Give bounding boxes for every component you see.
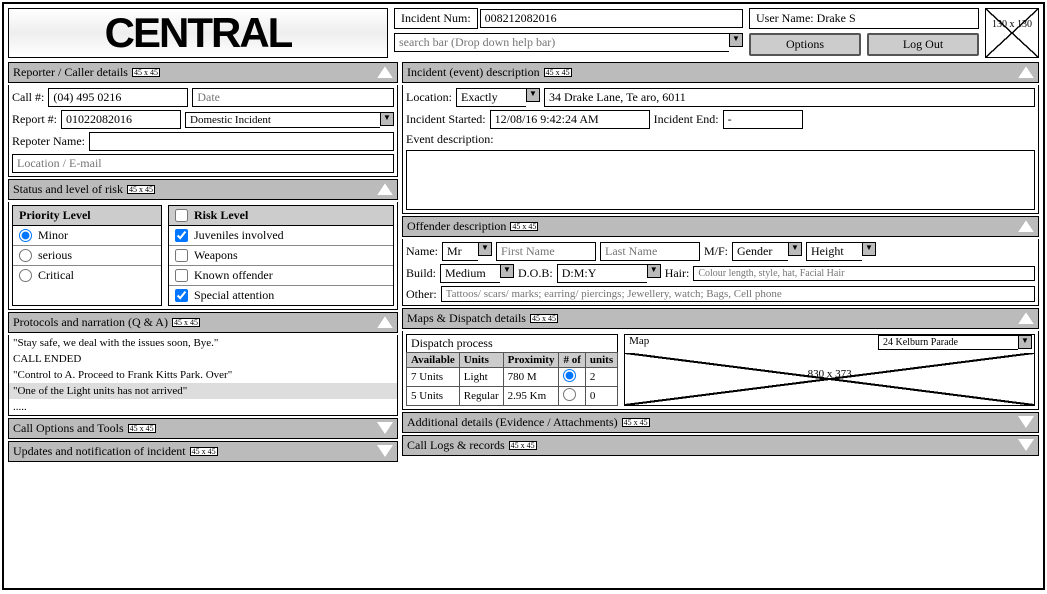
risk-juveniles-check[interactable] bbox=[175, 229, 188, 242]
reporter-name-input[interactable] bbox=[89, 132, 394, 151]
first-name-input[interactable] bbox=[496, 242, 596, 261]
dropdown-icon[interactable]: ▼ bbox=[478, 242, 492, 256]
title-select[interactable] bbox=[442, 242, 478, 261]
offender-panel-header[interactable]: Offender description 45 x 45 bbox=[402, 216, 1039, 237]
narration-log: "Stay safe, we deal with the issues soon… bbox=[8, 335, 398, 416]
dropdown-icon[interactable]: ▼ bbox=[647, 264, 661, 278]
risk-known-check[interactable] bbox=[175, 269, 188, 282]
last-name-input[interactable] bbox=[600, 242, 700, 261]
risk-weapons-check[interactable] bbox=[175, 249, 188, 262]
event-desc-textarea[interactable] bbox=[406, 150, 1035, 210]
map-address-select[interactable] bbox=[878, 335, 1018, 350]
dispatch-row-radio[interactable] bbox=[563, 388, 576, 401]
event-desc-label: Event description: bbox=[406, 132, 494, 147]
collapse-icon[interactable] bbox=[377, 66, 393, 78]
call-logs-panel-header[interactable]: Call Logs & records 45 x 45 bbox=[402, 435, 1039, 456]
table-row: 5 UnitsRegular2.95 Km0 bbox=[407, 387, 618, 406]
date-input[interactable] bbox=[192, 88, 394, 107]
expand-icon[interactable] bbox=[1018, 416, 1034, 428]
app-logo: CENTRAL bbox=[8, 8, 388, 58]
end-input[interactable] bbox=[723, 110, 803, 129]
resize-icon: 45 x 45 bbox=[132, 68, 160, 77]
collapse-icon[interactable] bbox=[1018, 220, 1034, 232]
address-input[interactable] bbox=[544, 88, 1035, 107]
user-name-display: User Name: Drake S bbox=[749, 8, 979, 29]
reporter-panel-header[interactable]: Reporter / Caller details 45 x 45 bbox=[8, 62, 398, 83]
resize-icon: 45 x 45 bbox=[509, 441, 537, 450]
resize-icon: 45 x 45 bbox=[128, 424, 156, 433]
report-num-input[interactable] bbox=[61, 110, 181, 129]
mf-label: M/F: bbox=[704, 244, 728, 259]
build-select[interactable] bbox=[440, 264, 500, 283]
updates-panel-header[interactable]: Updates and notification of incident 45 … bbox=[8, 441, 398, 462]
dropdown-icon[interactable]: ▼ bbox=[788, 242, 802, 256]
hair-label: Hair: bbox=[665, 266, 690, 281]
resize-icon: 45 x 45 bbox=[190, 447, 218, 456]
collapse-icon[interactable] bbox=[377, 183, 393, 195]
resize-icon: 45 x 45 bbox=[172, 318, 200, 327]
logout-button[interactable]: Log Out bbox=[867, 33, 979, 56]
dropdown-icon[interactable]: ▼ bbox=[500, 264, 514, 278]
incident-num-input[interactable] bbox=[480, 9, 743, 28]
report-num-label: Report #: bbox=[12, 112, 57, 127]
options-button[interactable]: Options bbox=[749, 33, 861, 56]
started-label: Incident Started: bbox=[406, 112, 486, 127]
collapse-icon[interactable] bbox=[377, 316, 393, 328]
dropdown-icon[interactable]: ▼ bbox=[862, 242, 876, 256]
resize-icon: 45 x 45 bbox=[510, 222, 538, 231]
location-label: Location: bbox=[406, 90, 452, 105]
incident-panel-header[interactable]: Incident (event) description 45 x 45 bbox=[402, 62, 1039, 83]
search-dropdown-icon[interactable]: ▼ bbox=[729, 33, 743, 47]
risk-special-check[interactable] bbox=[175, 289, 188, 302]
avatar-placeholder: 130 x 130 bbox=[985, 8, 1039, 58]
table-row: 7 UnitsLight780 M2 bbox=[407, 368, 618, 387]
call-num-input[interactable] bbox=[48, 88, 188, 107]
reporter-name-label: Repoter Name: bbox=[12, 134, 85, 149]
report-type-select[interactable] bbox=[185, 112, 380, 128]
resize-icon: 45 x 45 bbox=[544, 68, 572, 77]
other-input[interactable] bbox=[441, 286, 1035, 302]
dob-select[interactable] bbox=[557, 264, 647, 283]
call-num-label: Call #: bbox=[12, 90, 44, 105]
dispatch-row-radio[interactable] bbox=[563, 369, 576, 382]
dropdown-icon[interactable]: ▼ bbox=[1018, 335, 1032, 349]
resize-icon: 45 x 45 bbox=[622, 418, 650, 427]
incident-num-label: Incident Num: bbox=[394, 8, 478, 29]
build-label: Build: bbox=[406, 266, 436, 281]
dispatch-table: AvailableUnitsProximity# ofunits 7 Units… bbox=[406, 352, 618, 406]
additional-panel-header[interactable]: Additional details (Evidence / Attachmen… bbox=[402, 412, 1039, 433]
collapse-icon[interactable] bbox=[1018, 66, 1034, 78]
status-panel-header[interactable]: Status and level of risk 45 x 45 bbox=[8, 179, 398, 200]
dropdown-icon[interactable]: ▼ bbox=[380, 112, 394, 126]
priority-title: Priority Level bbox=[13, 206, 161, 226]
priority-serious-radio[interactable] bbox=[19, 249, 32, 262]
location-type-select[interactable] bbox=[456, 88, 526, 107]
name-label: Name: bbox=[406, 244, 438, 259]
expand-icon[interactable] bbox=[1018, 439, 1034, 451]
resize-icon: 45 x 45 bbox=[127, 185, 155, 194]
priority-minor-radio[interactable] bbox=[19, 229, 32, 242]
call-options-panel-header[interactable]: Call Options and Tools 45 x 45 bbox=[8, 418, 398, 439]
height-select[interactable] bbox=[806, 242, 862, 261]
resize-icon: 45 x 45 bbox=[530, 314, 558, 323]
search-input[interactable] bbox=[394, 33, 729, 52]
dob-label: D.O.B: bbox=[518, 266, 553, 281]
location-email-input[interactable] bbox=[12, 154, 394, 173]
end-label: Incident End: bbox=[654, 112, 719, 127]
map-placeholder[interactable]: Map ▼ 830 x 373 bbox=[624, 334, 1035, 406]
dispatch-process-title: Dispatch process bbox=[406, 334, 618, 352]
dropdown-icon[interactable]: ▼ bbox=[526, 88, 540, 102]
started-input[interactable] bbox=[490, 110, 650, 129]
hair-input[interactable] bbox=[693, 266, 1035, 281]
protocols-panel-header[interactable]: Protocols and narration (Q & A) 45 x 45 bbox=[8, 312, 398, 333]
gender-select[interactable] bbox=[732, 242, 788, 261]
expand-icon[interactable] bbox=[377, 445, 393, 457]
other-label: Other: bbox=[406, 287, 437, 302]
risk-master-check[interactable] bbox=[175, 208, 188, 223]
priority-critical-radio[interactable] bbox=[19, 269, 32, 282]
dispatch-panel-header[interactable]: Maps & Dispatch details 45 x 45 bbox=[402, 308, 1039, 329]
collapse-icon[interactable] bbox=[1018, 312, 1034, 324]
expand-icon[interactable] bbox=[377, 422, 393, 434]
